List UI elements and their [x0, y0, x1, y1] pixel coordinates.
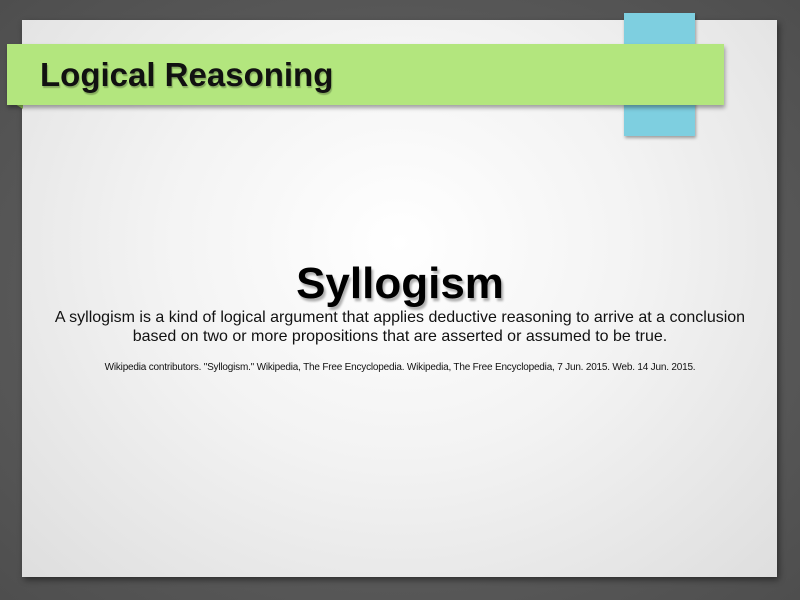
slide-heading: Syllogism: [296, 259, 504, 308]
presentation-canvas: Logical Reasoning Syllogism A syllogism …: [0, 0, 800, 600]
title-bar: Logical Reasoning: [7, 44, 724, 105]
slide-body-text: A syllogism is a kind of logical argumen…: [54, 309, 746, 345]
slide-title: Logical Reasoning: [40, 56, 334, 93]
citation-text: Wikipedia contributors. "Syllogism." Wik…: [104, 362, 696, 373]
